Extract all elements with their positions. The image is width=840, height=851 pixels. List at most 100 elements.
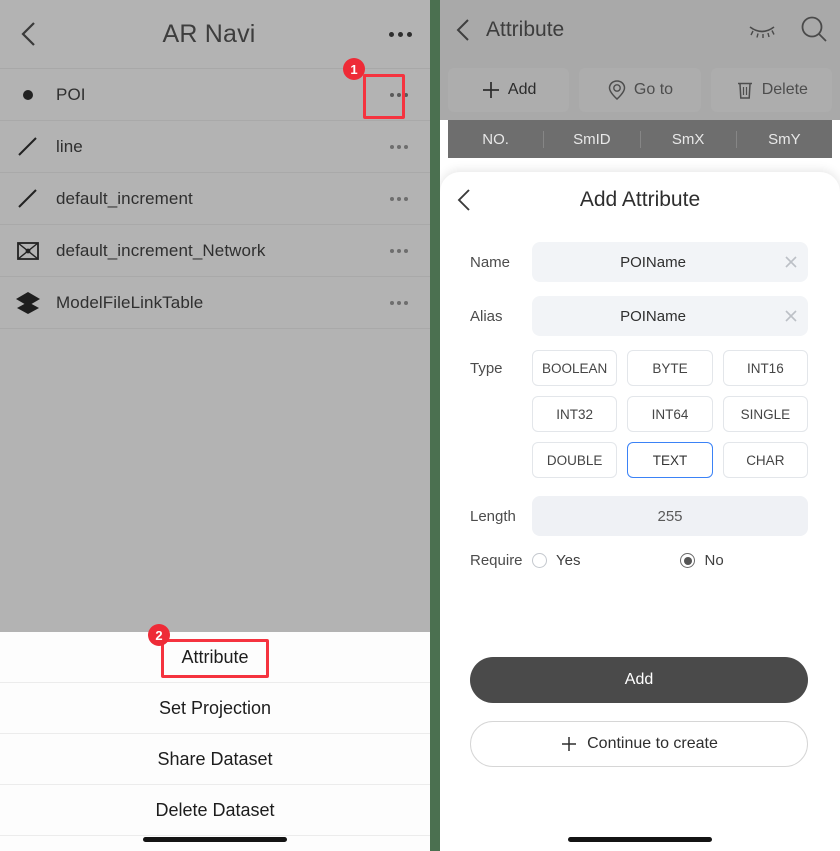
ellipsis-icon [388, 31, 394, 37]
ellipsis-icon [390, 248, 394, 253]
trash-icon [737, 82, 752, 99]
modal-actions: Add Continue to create [470, 657, 808, 767]
row-more-button[interactable] [368, 196, 430, 201]
type-option-int64[interactable]: INT64 [627, 396, 713, 432]
home-indicator [143, 837, 287, 842]
close-icon[interactable] [774, 254, 808, 270]
radio-checked-icon [680, 553, 696, 568]
layers-icon [0, 290, 56, 316]
list-item[interactable]: default_increment_Network [0, 225, 430, 277]
add-button-label: Add [507, 81, 537, 98]
row-more-button[interactable] [368, 92, 430, 97]
step-badge-2: 2 [148, 624, 170, 646]
require-no-label: No [704, 552, 724, 569]
sheet-item-delete-dataset[interactable]: Delete Dataset [0, 785, 430, 836]
add-submit-button[interactable]: Add [470, 657, 808, 703]
alias-input[interactable]: POIName [532, 296, 808, 336]
hide-toggle-button[interactable] [736, 20, 788, 40]
list-item[interactable]: default_increment [0, 173, 430, 225]
network-icon [0, 238, 56, 264]
header-more-button[interactable] [370, 31, 430, 37]
sheet-item-set-projection[interactable]: Set Projection [0, 683, 430, 734]
search-icon [801, 16, 827, 42]
goto-button-label: Go to [633, 81, 674, 98]
type-option-single[interactable]: SINGLE [722, 396, 808, 432]
row-more-button[interactable] [368, 248, 430, 253]
delete-button[interactable]: Delete [710, 68, 832, 112]
attribute-form: Name POIName Alias POIName Type BOOLEAN … [440, 228, 840, 569]
dataset-name: line [56, 136, 83, 156]
name-field-row: Name POIName [470, 242, 808, 282]
step-badge-1: 1 [343, 58, 365, 80]
list-item[interactable]: POI [0, 69, 430, 121]
sheet-item-share-dataset[interactable]: Share Dataset [0, 734, 430, 785]
page-title: Attribute [486, 18, 565, 41]
type-option-int16[interactable]: INT16 [722, 350, 808, 386]
type-option-boolean[interactable]: BOOLEAN [532, 350, 618, 386]
alias-value: POIName [620, 307, 686, 325]
require-label: Require [470, 552, 523, 569]
eye-closed-icon [749, 26, 775, 38]
attribute-toolbar: Add Go to Delete [440, 60, 840, 120]
length-label: Length [470, 507, 516, 525]
back-button[interactable] [440, 17, 486, 43]
line-icon [0, 186, 56, 212]
column-header-smid: SmID [544, 130, 641, 148]
type-label: Type [470, 360, 503, 377]
add-attribute-modal: Add Attribute Name POIName Alias POIName… [440, 172, 840, 851]
column-header-no: NO. [448, 130, 545, 148]
alias-label: Alias [470, 307, 503, 325]
radio-unchecked-icon [532, 553, 547, 568]
alias-field-row: Alias POIName [470, 296, 808, 336]
chevron-left-icon [21, 22, 35, 46]
left-header: AR Navi [0, 0, 430, 69]
dataset-name: default_increment [56, 188, 193, 208]
list-item[interactable]: ModelFileLinkTable [0, 277, 430, 329]
page-title: AR Navi [162, 19, 256, 48]
dataset-name: ModelFileLinkTable [56, 292, 204, 312]
location-pin-icon [608, 80, 626, 100]
row-more-button[interactable] [368, 144, 430, 149]
column-header-smy: SmY [768, 130, 801, 148]
list-item[interactable]: line [0, 121, 430, 173]
modal-title: Add Attribute [579, 188, 701, 211]
type-option-text[interactable]: TEXT [627, 442, 713, 478]
panel-divider [430, 0, 440, 851]
name-value: POIName [620, 253, 686, 271]
type-option-byte[interactable]: BYTE [627, 350, 713, 386]
name-input[interactable]: POIName [532, 242, 808, 282]
require-field-row: Require Yes No [470, 552, 808, 569]
left-panel: AR Navi POI line default_increment defau… [0, 0, 430, 851]
right-header: Attribute [440, 0, 840, 60]
home-indicator [568, 837, 712, 842]
require-option-no[interactable]: No [680, 552, 724, 569]
ellipsis-icon [390, 196, 394, 201]
plus-icon [482, 82, 499, 98]
attribute-table-header: NO. SmID SmX SmY [448, 120, 832, 158]
row-more-button[interactable] [368, 300, 430, 305]
continue-button-label: Continue to create [587, 735, 718, 752]
type-option-double[interactable]: DOUBLE [532, 442, 618, 478]
type-option-int32[interactable]: INT32 [532, 396, 618, 432]
close-icon[interactable] [774, 308, 808, 324]
ellipsis-icon [390, 300, 394, 305]
require-option-yes[interactable]: Yes [532, 552, 580, 569]
point-icon [0, 84, 56, 106]
dataset-name: POI [56, 84, 86, 104]
column-header-smx: SmX [641, 130, 737, 148]
name-label: Name [470, 253, 511, 271]
modal-header: Add Attribute [440, 172, 840, 228]
goto-button[interactable]: Go to [579, 68, 701, 112]
add-button[interactable]: Add [448, 68, 570, 112]
type-options: BOOLEAN BYTE INT16 INT32 INT64 SINGLE DO… [532, 350, 808, 478]
length-field-row: Length 255 [470, 496, 808, 536]
type-option-char[interactable]: CHAR [722, 442, 808, 478]
search-button[interactable] [788, 14, 840, 46]
ellipsis-icon [390, 144, 394, 149]
plus-icon [562, 737, 577, 751]
line-icon [0, 134, 56, 160]
sheet-item-attribute[interactable]: Attribute [0, 632, 430, 683]
continue-to-create-button[interactable]: Continue to create [470, 721, 808, 767]
right-panel: Attribute Add Go to Delete NO. SmID SmX … [440, 0, 840, 851]
length-input[interactable]: 255 [532, 496, 808, 536]
